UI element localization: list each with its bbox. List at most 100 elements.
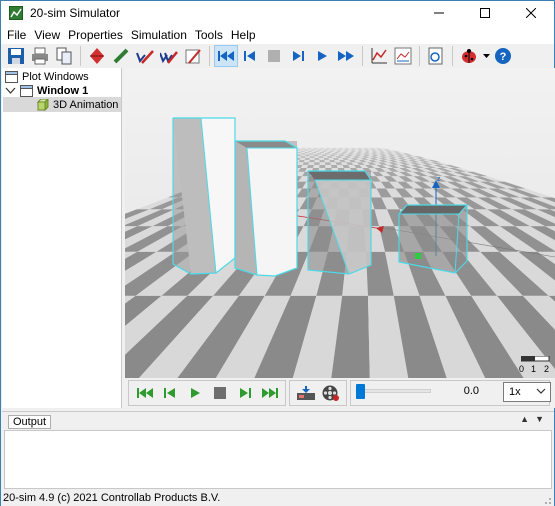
speed-value: 1x [509, 386, 521, 398]
camera-button[interactable] [293, 382, 318, 404]
check-pencil-button[interactable] [133, 45, 157, 67]
record-movie-button[interactable] [318, 382, 343, 404]
check-pencil-icon [136, 50, 154, 64]
floor-tile [309, 157, 315, 160]
pencil-icon [113, 48, 129, 64]
step-forward-button[interactable] [286, 45, 310, 67]
floor-tile [319, 162, 326, 165]
menu-view[interactable]: View [30, 28, 64, 42]
menu-simulation[interactable]: Simulation [127, 28, 191, 42]
tree-item-3d-animation[interactable]: 3D Animation [3, 97, 121, 112]
copy-button[interactable] [52, 45, 76, 67]
edit-chart-button[interactable] [181, 45, 205, 67]
toolbar-separator [209, 46, 210, 66]
main-toolbar: ? [1, 44, 554, 68]
tree-item-window-1[interactable]: Window 1 [5, 83, 88, 98]
plot-button[interactable] [367, 45, 391, 67]
floor-tile [308, 162, 315, 165]
floor-tile [319, 157, 325, 160]
help-button[interactable]: ? [491, 45, 515, 67]
resize-grip-icon[interactable] [542, 495, 552, 505]
tree-item-label: 3D Animation [53, 98, 119, 111]
anim-step-forward-button[interactable] [232, 382, 257, 404]
toolbar-separator [452, 46, 453, 66]
floor-tile [324, 162, 331, 165]
animation-viewport[interactable]: z 0 1 2 [125, 68, 555, 378]
skip-end-icon [261, 388, 278, 398]
anim-stop-button[interactable] [207, 382, 232, 404]
window-title: 20-sim Simulator [30, 6, 121, 20]
film-reel-icon [322, 385, 339, 401]
anim-play-button[interactable] [182, 382, 207, 404]
output-scroll-arrows[interactable]: ▲▼ [520, 414, 550, 424]
z-axis-label: z [437, 176, 441, 183]
multi-check-button[interactable] [157, 45, 181, 67]
output-tab[interactable]: Output [8, 415, 52, 429]
title-bar: 20-sim Simulator [1, 1, 554, 25]
step-back-button[interactable] [238, 45, 262, 67]
floor-tile [299, 157, 306, 160]
play-icon [318, 51, 327, 61]
maximize-button[interactable] [462, 1, 508, 25]
step-back-icon [163, 388, 175, 398]
toolbar-separator [362, 46, 363, 66]
menu-help[interactable]: Help [227, 28, 260, 42]
box-1 [172, 117, 236, 275]
tree-item-plot-windows[interactable]: Plot Windows [5, 69, 89, 84]
svg-text:?: ? [500, 51, 507, 63]
diamond-button[interactable] [85, 45, 109, 67]
window-icon [20, 84, 33, 97]
speed-select[interactable]: 1x [503, 382, 551, 402]
toolbar-separator [80, 46, 81, 66]
step-back-icon [244, 51, 255, 61]
minimize-button[interactable] [416, 1, 462, 25]
scale-label-0: 0 [519, 364, 525, 374]
anim-goto-start-button[interactable] [132, 382, 157, 404]
save-button[interactable] [4, 45, 28, 67]
time-slider-track[interactable] [363, 389, 431, 393]
menu-properties[interactable]: Properties [64, 28, 127, 42]
diamond-icon [90, 48, 104, 64]
scale-label-1: 1 [531, 364, 537, 374]
fast-forward-icon [338, 51, 354, 61]
play-icon [190, 388, 200, 398]
skip-start-icon [136, 388, 153, 398]
save-icon [8, 48, 24, 64]
floor-tile [305, 153, 310, 155]
plot-properties-button[interactable] [391, 45, 415, 67]
box-2 [234, 140, 298, 277]
camera-icon [296, 386, 315, 400]
floor-tile [313, 162, 320, 165]
fast-forward-button[interactable] [334, 45, 358, 67]
ladybug-icon [462, 49, 476, 63]
floor-tile [300, 151, 306, 154]
menu-tools[interactable]: Tools [191, 28, 227, 42]
debug-button[interactable] [457, 45, 481, 67]
floor-tile [324, 159, 331, 163]
floor-tile [300, 156, 306, 158]
tree-item-label: Plot Windows [22, 70, 89, 83]
floor-tile [305, 154, 310, 157]
debug-dropdown-button[interactable] [481, 45, 491, 67]
step-forward-icon [293, 51, 304, 61]
play-button[interactable] [310, 45, 334, 67]
time-slider-thumb[interactable] [356, 384, 365, 399]
floor-tile [330, 164, 338, 168]
close-button[interactable] [508, 1, 554, 25]
toolbar-separator [419, 46, 420, 66]
output-pane[interactable] [4, 430, 552, 489]
floor-tile [304, 157, 310, 160]
menu-file[interactable]: File [3, 28, 30, 42]
goto-start-button[interactable] [214, 45, 238, 67]
print-button[interactable] [28, 45, 52, 67]
floor-tile [313, 154, 319, 157]
playback-controls [125, 378, 555, 408]
pencil-button[interactable] [109, 45, 133, 67]
code-button[interactable] [424, 45, 448, 67]
anim-step-back-button[interactable] [157, 382, 182, 404]
floor-tile [309, 156, 315, 158]
floor-tile [314, 156, 320, 158]
floor-tile [305, 156, 310, 158]
stop-button[interactable] [262, 45, 286, 67]
anim-goto-end-button[interactable] [257, 382, 282, 404]
